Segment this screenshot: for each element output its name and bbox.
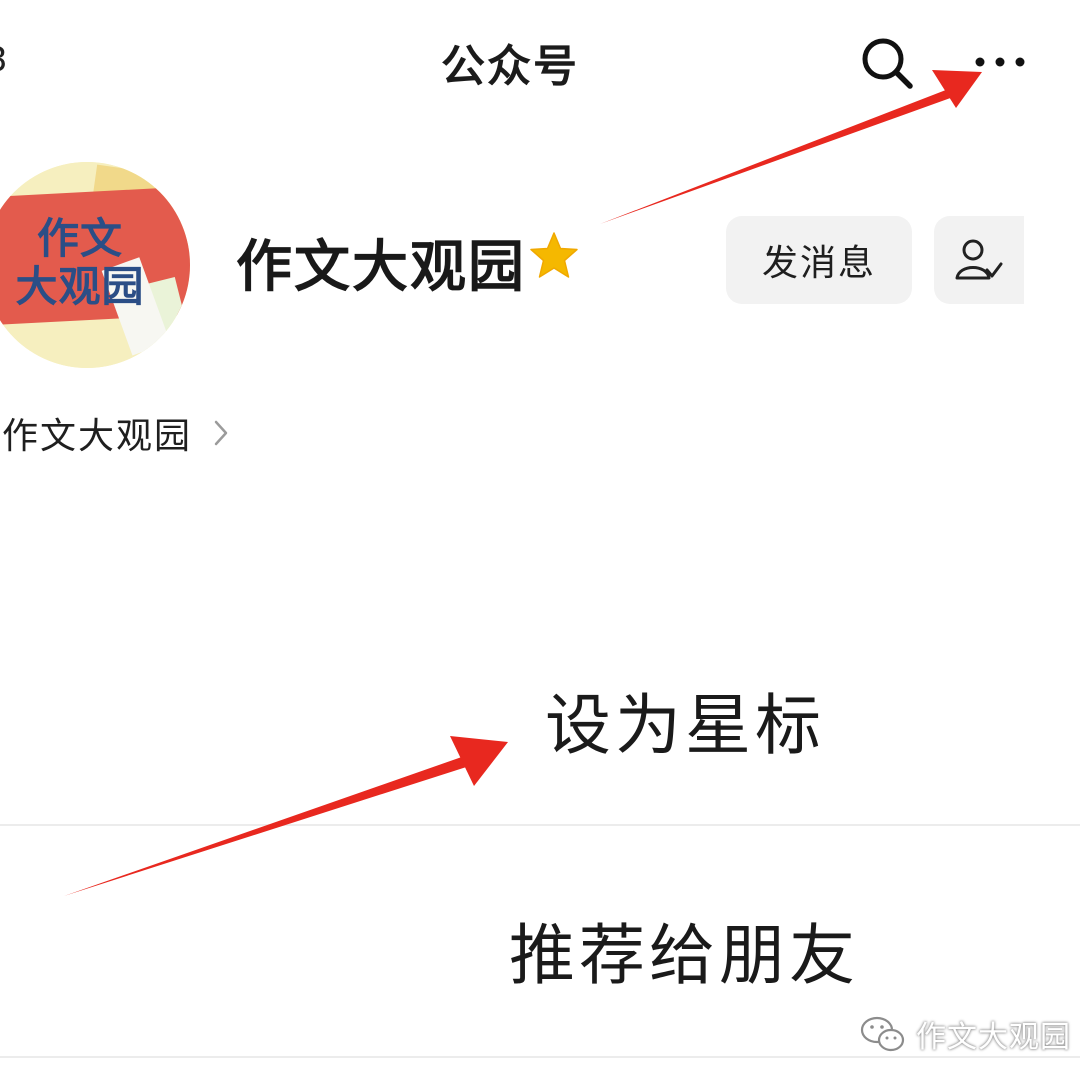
search-button[interactable] <box>858 34 918 94</box>
subject-link[interactable]: 作文大观园 <box>2 408 230 458</box>
followed-user-icon <box>955 239 1003 280</box>
menu-divider <box>0 1056 1080 1058</box>
menu-divider <box>0 824 1080 826</box>
avatar-text-line2: 大观园 <box>15 262 145 311</box>
watermark-label: 作文大观园 <box>916 1020 1071 1055</box>
star-icon <box>530 232 578 278</box>
search-icon <box>862 38 913 89</box>
avatar[interactable]: 作文 大观园 <box>0 162 190 368</box>
wechat-icon <box>860 1016 905 1052</box>
more-icon <box>975 57 1025 67</box>
more-button[interactable] <box>966 40 1036 84</box>
set-star-menu-item[interactable]: 设为星标 <box>145 672 1080 768</box>
subject-label: 作文大观园 <box>2 416 193 457</box>
send-message-button[interactable]: 发消息 <box>726 216 912 304</box>
recommend-to-friend-menu-item[interactable]: 推荐给朋友 <box>144 902 1080 998</box>
avatar-text-line1: 作文 <box>36 214 123 263</box>
watermark: 作文大观园 <box>860 1012 1071 1056</box>
account-name: 作文大观园 <box>236 235 526 300</box>
followed-button[interactable] <box>934 216 1024 304</box>
chevron-right-icon <box>214 420 228 446</box>
